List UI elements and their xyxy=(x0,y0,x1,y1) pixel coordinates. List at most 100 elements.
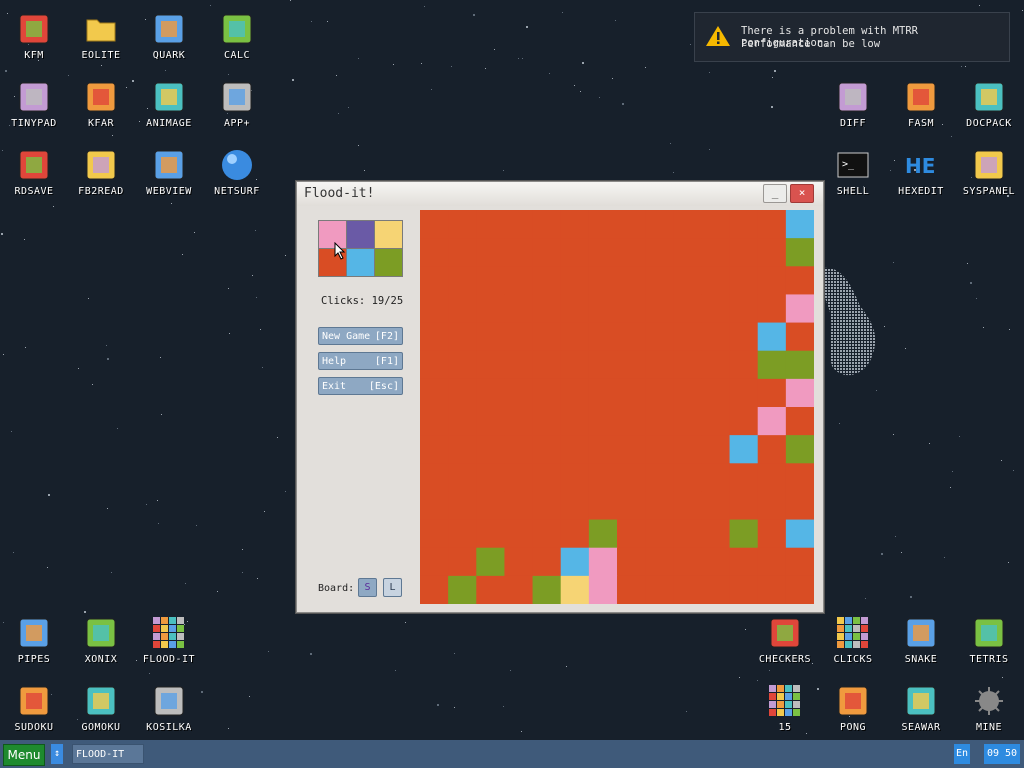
desktop-icon-pipes[interactable]: PIPES xyxy=(0,608,68,672)
board-cell xyxy=(785,575,814,604)
desktop-icon-tetris[interactable]: TETRIS xyxy=(955,608,1023,672)
desktop-icon-15[interactable]: 15 xyxy=(751,676,819,740)
board-cell xyxy=(420,238,449,267)
clock[interactable]: 09 50 xyxy=(984,744,1020,764)
fb2-book-icon xyxy=(86,150,116,180)
desktop-icon-xonix[interactable]: XONIX xyxy=(67,608,135,672)
desktop-icon-label: ANIMAGE xyxy=(146,118,192,129)
board-cell xyxy=(673,491,702,521)
board-cell xyxy=(729,294,759,324)
desktop-icon-kfar[interactable]: KFAR xyxy=(67,72,135,136)
desktop-icon-label: SYSPANEL xyxy=(962,186,1016,197)
desktop-icon-sudoku[interactable]: SUDOKU xyxy=(0,676,68,740)
board-cell xyxy=(532,210,562,239)
board-cell xyxy=(588,463,618,492)
board-cell xyxy=(448,463,477,492)
board-cell xyxy=(476,575,505,604)
menu-button[interactable]: Menu xyxy=(3,744,45,766)
board-cell xyxy=(645,238,674,267)
color-yellow-button[interactable] xyxy=(374,220,403,249)
color-grid-icon xyxy=(153,617,184,648)
new-game-button[interactable]: New Game [F2] xyxy=(318,327,403,345)
board-cell xyxy=(673,350,702,380)
close-button[interactable]: × xyxy=(790,184,814,203)
board-cell xyxy=(588,210,618,239)
desktop-icon-rdsave[interactable]: RDSAVE xyxy=(0,140,68,204)
board-cell xyxy=(729,491,759,521)
board-cell xyxy=(420,378,449,408)
desktop-icon-fasm[interactable]: FASM xyxy=(887,72,955,136)
board-cell xyxy=(560,350,590,380)
color-green-button[interactable] xyxy=(374,248,403,277)
board-cell xyxy=(560,491,590,521)
desktop-icon-flood-it[interactable]: FLOOD-IT xyxy=(135,608,203,672)
mtrr-notification[interactable]: There is a problem with MTRR configurati… xyxy=(694,12,1010,62)
desktop-icon-netsurf[interactable]: NETSURF xyxy=(203,140,271,204)
desktop-icon-kfm[interactable]: KFM xyxy=(0,4,68,68)
swap-windows-button[interactable]: ↕ xyxy=(51,744,63,764)
board-cell xyxy=(701,350,731,380)
desktop-icon-snake[interactable]: SNAKE xyxy=(887,608,955,672)
desktop-icon-pong[interactable]: PONG xyxy=(819,676,887,740)
board-cell xyxy=(785,407,814,436)
desktop-icon-gomoku[interactable]: GOMOKU xyxy=(67,676,135,740)
desktop-icon-tinypad[interactable]: TINYPAD xyxy=(0,72,68,136)
board-cell xyxy=(617,378,646,408)
language-indicator[interactable]: En xyxy=(954,744,970,764)
desktop-icon-label: CHECKERS xyxy=(758,654,812,665)
minimize-button[interactable]: _ xyxy=(763,184,787,203)
color-purple-button[interactable] xyxy=(346,220,375,249)
board-cell xyxy=(785,210,814,239)
board-cell xyxy=(645,407,674,436)
taskbar-app-flood-it[interactable]: FLOOD-IT xyxy=(72,744,144,764)
desktop-icon-seawar[interactable]: SEAWAR xyxy=(887,676,955,740)
desktop-icon-shell[interactable]: >_ SHELL xyxy=(819,140,887,204)
desktop-icon-fb2read[interactable]: FB2READ xyxy=(67,140,135,204)
desktop-icon-mine[interactable]: MINE xyxy=(955,676,1023,740)
board-cell xyxy=(757,407,787,436)
desktop-icon-diff[interactable]: DIFF xyxy=(819,72,887,136)
board-cell xyxy=(504,547,534,577)
board-cell xyxy=(645,350,674,380)
button-label: Exit xyxy=(322,381,347,392)
desktop-icon-clicks[interactable]: CLICKS xyxy=(819,608,887,672)
board-small-button[interactable]: S xyxy=(358,578,377,597)
board-cell xyxy=(729,322,759,352)
flood-it-window: Flood-it! _ × Clicks: 19/25 New Game [F2… xyxy=(296,181,824,613)
board-cell xyxy=(504,491,534,521)
desktop-icon-checkers[interactable]: CHECKERS xyxy=(751,608,819,672)
desktop-icon-label: PIPES xyxy=(17,654,51,665)
board-cell xyxy=(617,435,646,464)
desktop-icon-label: NETSURF xyxy=(214,186,260,197)
board-cell xyxy=(448,322,477,352)
desktop-icon-hexedit[interactable]: HE HEXEDIT xyxy=(887,140,955,204)
desktop-icon-app-[interactable]: APP+ xyxy=(203,72,271,136)
board-cell xyxy=(504,266,534,295)
board-cell xyxy=(673,575,702,604)
help-button[interactable]: Help [F1] xyxy=(318,352,403,370)
board-cell xyxy=(448,266,477,295)
color-blue-button[interactable] xyxy=(346,248,375,277)
desktop-icon-quark[interactable]: QUARK xyxy=(135,4,203,68)
desktop-icon-calc[interactable]: CALC xyxy=(203,4,271,68)
desktop-icon-eolite[interactable]: EOLITE xyxy=(67,4,135,68)
svg-text:HE: HE xyxy=(905,154,935,178)
window-titlebar[interactable]: Flood-it! _ × xyxy=(297,182,823,206)
board-cell xyxy=(757,294,787,324)
terminal-icon: >_ xyxy=(837,152,869,178)
board-cell xyxy=(701,378,731,408)
desktop-icon-webview[interactable]: WEBVIEW xyxy=(135,140,203,204)
desktop-icon-kosilka[interactable]: KOSILKA xyxy=(135,676,203,740)
board-cell xyxy=(532,435,562,464)
board-large-button[interactable]: L xyxy=(383,578,402,597)
desktop-icon-label: EOLITE xyxy=(81,50,121,61)
desktop-icon-animage[interactable]: ANIMAGE xyxy=(135,72,203,136)
desktop-icon-label: SHELL xyxy=(836,186,870,197)
game-board[interactable] xyxy=(420,210,814,604)
desktop-icon-label: RDSAVE xyxy=(14,186,54,197)
desktop-icon-docpack[interactable]: DOCPACK xyxy=(955,72,1023,136)
desktop-icon-label: KFAR xyxy=(87,118,115,129)
exit-button[interactable]: Exit [Esc] xyxy=(318,377,403,395)
board-cell xyxy=(588,238,618,267)
desktop-icon-syspanel[interactable]: SYSPANEL xyxy=(955,140,1023,204)
